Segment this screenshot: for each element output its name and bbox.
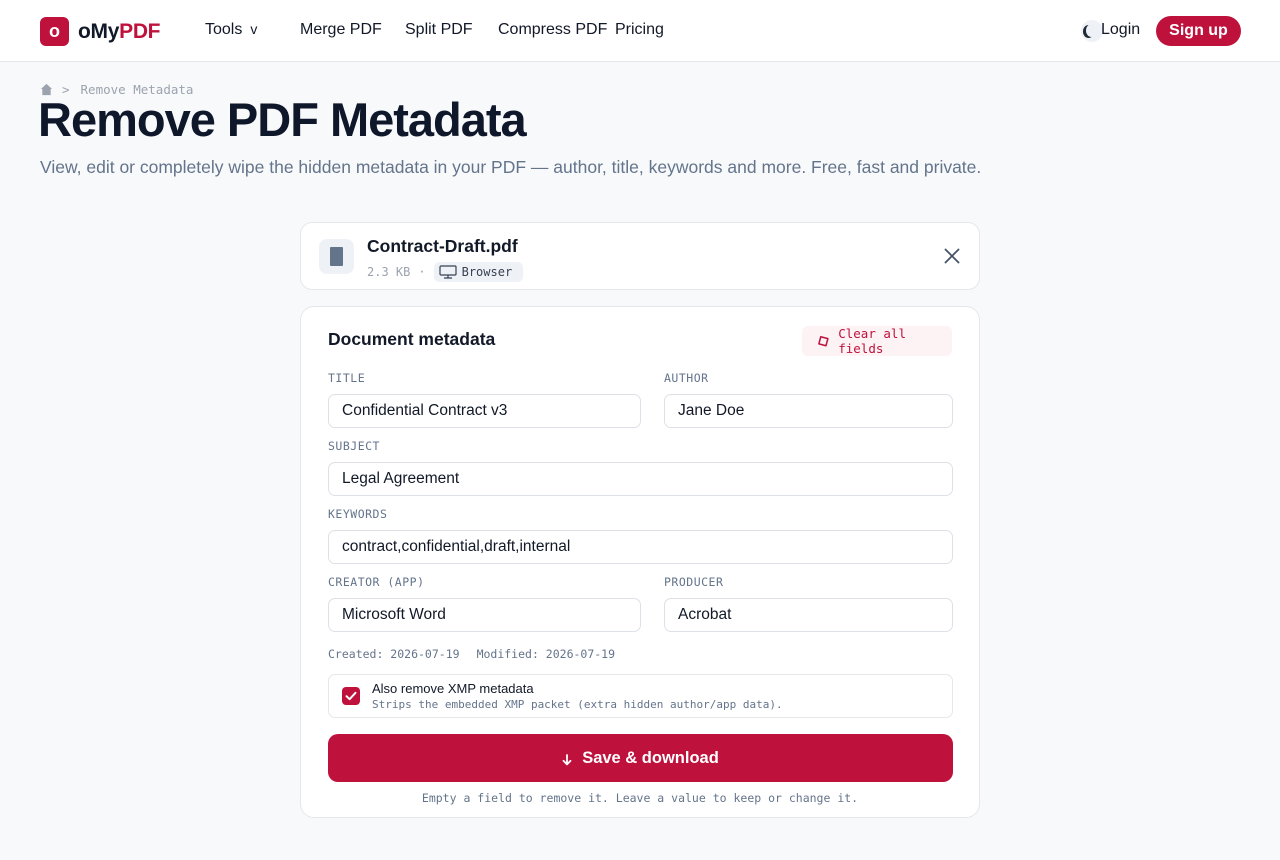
author-input[interactable] [664,394,953,428]
location-label: Browser [461,265,513,279]
clear-all-fields-label: Clear all fields [838,326,906,356]
location-badge: Browser [433,262,524,282]
xmp-option-subtitle: Strips the embedded XMP packet (extra hi… [372,698,783,711]
nav-pricing[interactable]: Pricing [615,21,664,39]
save-download-label: Save & download [582,748,719,767]
producer-input[interactable] [664,598,953,632]
nav-tools-menu[interactable]: Tools v [205,21,257,39]
form-hint: Empty a field to remove it. Leave a valu… [421,791,859,805]
arrow-down-icon [562,754,572,766]
file-size: 2.3 KB [367,265,411,279]
document-dates: Created: 2026-07-19 Modified: 2026-07-19 [328,647,615,661]
subject-label: SUBJECT [328,439,380,453]
nav-merge-pdf[interactable]: Merge PDF [300,21,382,39]
brand-logo[interactable]: o oMyPDF [40,17,161,46]
close-icon[interactable] [940,244,964,268]
signup-button[interactable]: Sign up [1156,16,1241,46]
logo-mark: o [40,17,69,46]
form-title: Document metadata [328,329,496,349]
file-card: Contract-Draft.pdf 2.3 KB · Browser [300,222,980,290]
author-label: AUTHOR [664,371,709,385]
chevron-down-icon: v [250,21,258,37]
modified-date: Modified: 2026-07-19 [476,647,616,661]
file-meta: 2.3 KB · Browser [367,262,524,282]
logo-text: oMyPDF [78,19,161,43]
title-label: TITLE [328,371,366,385]
page-description: View, edit or completely wipe the hidden… [40,157,982,177]
creator-input[interactable] [328,598,641,632]
checkmark-icon [345,691,357,701]
created-date: Created: 2026-07-19 [328,647,460,661]
meta-separator: · [418,265,426,279]
xmp-option-title: Also remove XMP metadata [372,681,534,696]
nav-compress-pdf[interactable]: Compress PDF [498,21,607,39]
eraser-icon [818,335,829,347]
keywords-label: KEYWORDS [328,507,388,521]
top-header: o oMyPDF Tools v Merge PDF Split PDF Comp… [0,0,1280,62]
file-name: Contract-Draft.pdf [367,236,518,256]
save-download-button[interactable]: Save & download [328,734,953,782]
file-icon [319,239,354,274]
page-title: Remove PDF Metadata [38,93,527,146]
clear-all-fields-button[interactable]: Clear all fields [802,326,952,356]
nav-split-pdf[interactable]: Split PDF [405,21,473,39]
title-input[interactable] [328,394,641,428]
producer-label: PRODUCER [664,575,724,589]
subject-input[interactable] [328,462,953,496]
moon-icon[interactable] [1081,20,1103,42]
monitor-icon [438,265,457,279]
xmp-checkbox[interactable] [342,687,360,705]
creator-label: CREATOR (APP) [328,575,425,589]
keywords-input[interactable] [328,530,953,564]
login-link[interactable]: Login [1101,21,1140,39]
